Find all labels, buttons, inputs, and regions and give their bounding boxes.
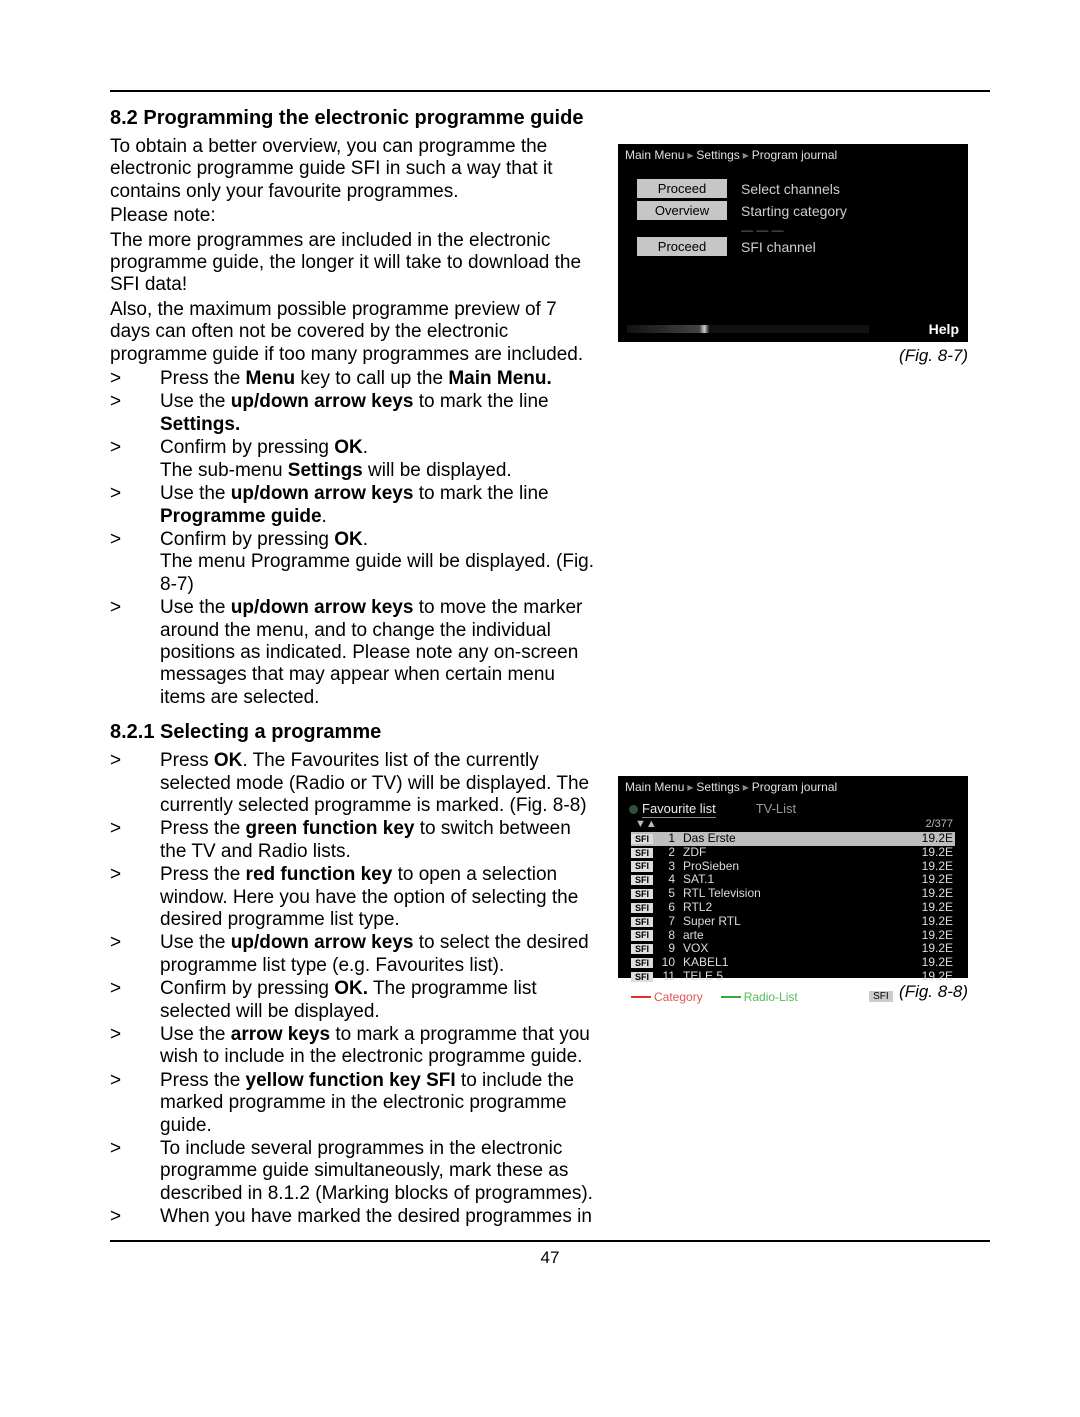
fig87-button: Proceed	[637, 237, 727, 256]
step-item: >Press the yellow function key SFI to in…	[110, 1070, 600, 1137]
fig88-row: SFI8arte19.2E	[631, 929, 955, 943]
step-item: >Use the up/down arrow keys to select th…	[110, 932, 600, 977]
fig88-sort: ▼▲	[635, 818, 657, 830]
fig87-label: Starting category	[739, 201, 949, 223]
figure-8-8: Main Menu▸Settings▸Program journal Favou…	[618, 776, 968, 978]
fig87-button: Proceed	[637, 179, 727, 198]
fig88-category: Category	[629, 990, 705, 1004]
fig88-row: SFI7Super RTL19.2E	[631, 915, 955, 929]
fig88-breadcrumb: Main Menu▸Settings▸Program journal	[619, 777, 967, 797]
step-item: >When you have marked the desired progra…	[110, 1206, 600, 1228]
rule-top	[110, 90, 990, 92]
intro-para: To obtain a better overview, you can pro…	[110, 136, 600, 203]
fig88-counter: 2/377	[925, 818, 953, 830]
note-para-2: Also, the maximum possible programme pre…	[110, 299, 600, 366]
fig87-caption: (Fig. 8-7)	[618, 346, 968, 366]
step-item: >Confirm by pressing OK.The sub-menu Set…	[110, 437, 600, 482]
step-item: >Confirm by pressing OK. The programme l…	[110, 978, 600, 1023]
fig88-row: SFI10KABEL119.2E	[631, 956, 955, 970]
subsection-heading: 8.2.1 Selecting a programme	[110, 721, 600, 744]
section-heading: 8.2 Programming the electronic programme…	[110, 106, 600, 130]
fig88-row: SFI6RTL219.2E	[631, 901, 955, 915]
main-text-column: 8.2 Programming the electronic programme…	[110, 106, 600, 1230]
fig88-row: SFI2ZDF19.2E	[631, 846, 955, 860]
figure-8-7: Main Menu▸Settings▸Program journal Proce…	[618, 144, 968, 342]
step-item: >Press OK. The Favourites list of the cu…	[110, 750, 600, 817]
step-item: >Press the green function key to switch …	[110, 818, 600, 863]
fig88-row: SFI1Das Erste19.2E	[631, 832, 955, 846]
fig88-tab-active: Favourite list	[629, 801, 716, 816]
rule-bottom	[110, 1240, 990, 1242]
step-item: >Use the up/down arrow keys to move the …	[110, 597, 600, 709]
fig88-radiolist: Radio-List	[719, 990, 800, 1004]
fig87-breadcrumb: Main Menu▸Settings▸Program journal	[619, 145, 967, 165]
fig88-tab-other: TV-List	[756, 801, 796, 816]
fig88-row: SFI4SAT.119.2E	[631, 873, 955, 887]
fig88-sfi: SFI	[869, 991, 893, 1002]
step-item: >Press the red function key to open a se…	[110, 864, 600, 931]
fig87-help: Help	[929, 321, 959, 337]
step-item: >Use the up/down arrow keys to mark the …	[110, 391, 600, 436]
fig88-list: SFI1Das Erste19.2ESFI2ZDF19.2ESFI3ProSie…	[619, 832, 967, 984]
fig88-row: SFI3ProSieben19.2E	[631, 860, 955, 874]
note-label: Please note:	[110, 205, 600, 227]
fig87-button: Overview	[637, 201, 727, 220]
fig87-label: SFI channel	[739, 237, 949, 259]
note-para-1: The more programmes are included in the …	[110, 230, 600, 297]
page-number: 47	[110, 1248, 990, 1268]
fig88-row: SFI5RTL Television19.2E	[631, 887, 955, 901]
step-item: >Use the up/down arrow keys to mark the …	[110, 483, 600, 528]
fig88-row: SFI9VOX19.2E	[631, 942, 955, 956]
fig87-label: — — —	[739, 223, 949, 237]
fig87-label: Select channels	[739, 179, 949, 201]
step-item: >To include several programmes in the el…	[110, 1138, 600, 1205]
step-item: >Use the arrow keys to mark a programme …	[110, 1024, 600, 1069]
figure-column: Main Menu▸Settings▸Program journal Proce…	[618, 106, 990, 1230]
steps-list-1: >Press the Menu key to call up the Main …	[110, 368, 600, 709]
step-item: >Press the Menu key to call up the Main …	[110, 368, 600, 390]
step-item: >Confirm by pressing OK.The menu Program…	[110, 529, 600, 596]
steps-list-2: >Press OK. The Favourites list of the cu…	[110, 750, 600, 1229]
